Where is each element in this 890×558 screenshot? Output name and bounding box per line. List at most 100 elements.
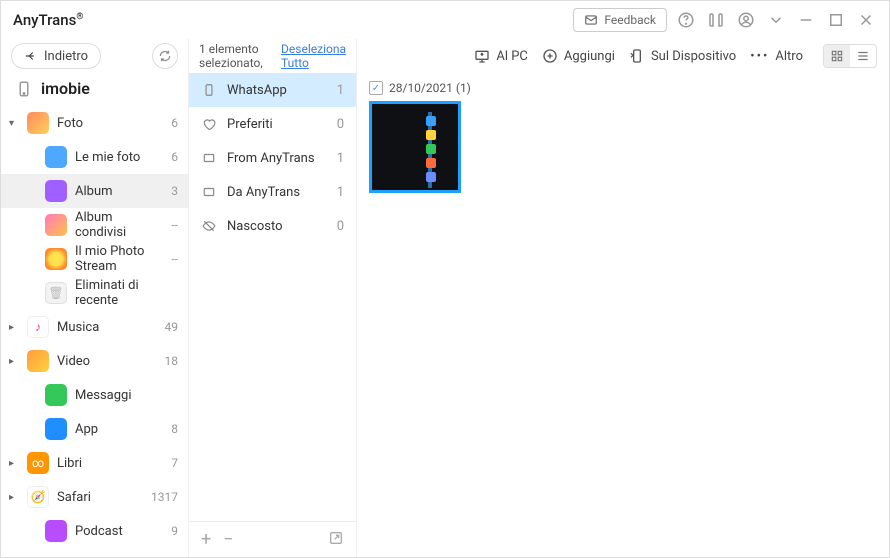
- sidebar-label: Album: [75, 184, 163, 199]
- sidebar-label: Il mio Photo Stream: [75, 244, 163, 274]
- sidebar-item-album[interactable]: Album 3: [1, 174, 188, 208]
- sidebar-item-album-condivisi[interactable]: Album condivisi--: [1, 208, 188, 242]
- close-icon[interactable]: [855, 9, 877, 31]
- album-icon: [201, 117, 217, 131]
- sidebar-count: 49: [165, 320, 179, 334]
- sidebar-item-video[interactable]: ▸ Video 18: [1, 344, 188, 378]
- feedback-label: Feedback: [604, 13, 656, 27]
- sidebar-item-il-mio-photo-stream[interactable]: Il mio Photo Stream --: [1, 242, 188, 276]
- device-name: imobie: [41, 79, 90, 98]
- envelope-icon: [584, 13, 598, 27]
- sidebar-item-app[interactable]: App8: [1, 412, 188, 446]
- album-count: 0: [337, 117, 344, 132]
- grid-icon: [830, 49, 844, 63]
- sidebar-item-foto[interactable]: ▾Foto6: [1, 106, 188, 140]
- sidebar-count: 6: [171, 116, 178, 130]
- minimize-icon[interactable]: [795, 9, 817, 31]
- user-icon[interactable]: [735, 9, 757, 31]
- photo-thumbnail[interactable]: [369, 101, 461, 193]
- album-item-from-anytrans[interactable]: From AnyTrans1: [189, 141, 356, 175]
- chevron-down-icon[interactable]: [765, 9, 787, 31]
- sidebar-item-le-mie-foto[interactable]: Le mie foto 6: [1, 140, 188, 174]
- checkbox-icon[interactable]: ✓: [369, 81, 383, 95]
- to-device-button[interactable]: Sul Dispositivo: [629, 48, 736, 64]
- caret-icon: ▸: [9, 356, 19, 367]
- caret-icon: ▸: [9, 458, 19, 469]
- category-icon: 🗑: [45, 282, 67, 304]
- sidebar-item-musica[interactable]: ▸♪Musica49: [1, 310, 188, 344]
- category-icon: 🧭: [27, 486, 49, 508]
- sidebar-label: Podcast: [75, 524, 163, 539]
- sidebar-count: 18: [165, 354, 179, 368]
- category-icon: [45, 214, 67, 236]
- to-pc-button[interactable]: Al PC: [474, 48, 528, 64]
- gift-icon[interactable]: [705, 9, 727, 31]
- sidebar-count: 7: [171, 456, 178, 470]
- sidebar-label: App: [75, 422, 163, 437]
- more-button[interactable]: •••Altro: [750, 49, 803, 64]
- album-icon: [201, 83, 217, 97]
- plus-circle-icon: [542, 48, 558, 64]
- category-icon: [45, 418, 67, 440]
- sidebar-label: Le mie foto: [75, 150, 163, 165]
- caret-icon: ▸: [9, 322, 19, 333]
- sidebar-item-messaggi[interactable]: Messaggi: [1, 378, 188, 412]
- album-label: Da AnyTrans: [227, 185, 327, 200]
- sidebar-label: Video: [57, 354, 157, 369]
- category-icon: [45, 520, 67, 542]
- add-button[interactable]: Aggiungi: [542, 48, 615, 64]
- list-view-button[interactable]: [850, 45, 876, 67]
- arrow-left-icon: [24, 49, 38, 63]
- grid-view-button[interactable]: [824, 45, 850, 67]
- remove-album-button[interactable]: −: [223, 529, 233, 550]
- device-row[interactable]: imobie: [1, 73, 188, 106]
- album-label: WhatsApp: [227, 83, 327, 98]
- export-album-button[interactable]: [328, 530, 344, 550]
- album-item-da-anytrans[interactable]: Da AnyTrans1: [189, 175, 356, 209]
- album-item-preferiti[interactable]: Preferiti 0: [189, 107, 356, 141]
- sidebar-item-libri[interactable]: ▸ ∞ Libri 7: [1, 446, 188, 480]
- category-icon: ∞: [27, 452, 49, 474]
- deselect-all-link[interactable]: Deseleziona Tutto: [281, 42, 346, 70]
- sidebar-item-eliminati-di-recente[interactable]: 🗑 Eliminati di recente: [1, 276, 188, 310]
- date-group-header[interactable]: ✓ 28/10/2021 (1): [369, 81, 877, 95]
- sidebar-count: 9: [171, 524, 178, 538]
- category-icon: [45, 248, 67, 270]
- album-item-whatsapp[interactable]: WhatsApp1: [189, 73, 356, 107]
- sidebar-label: Eliminati di recente: [75, 278, 170, 308]
- category-icon: [27, 350, 49, 372]
- album-count: 0: [337, 219, 344, 234]
- feedback-button[interactable]: Feedback: [573, 8, 667, 32]
- help-icon[interactable]: [675, 9, 697, 31]
- caret-icon: ▸: [9, 492, 19, 503]
- sidebar-label: Album condivisi: [75, 210, 163, 240]
- maximize-icon[interactable]: [825, 9, 847, 31]
- back-button[interactable]: Indietro: [11, 43, 101, 69]
- phone-icon: [15, 80, 33, 98]
- caret-icon: ▾: [9, 118, 19, 129]
- monitor-icon: [474, 48, 490, 64]
- category-icon: ♪: [27, 316, 49, 338]
- selection-text: 1 elemento selezionato, Deseleziona Tutt…: [189, 39, 356, 73]
- sidebar-label: Libri: [57, 456, 163, 471]
- category-icon: [27, 112, 49, 134]
- refresh-button[interactable]: [152, 43, 178, 69]
- sidebar-count: --: [171, 252, 178, 266]
- back-label: Indietro: [44, 49, 88, 64]
- sidebar-count: 3: [171, 184, 178, 198]
- album-count: 1: [337, 151, 344, 166]
- album-item-nascosto[interactable]: Nascosto 0: [189, 209, 356, 243]
- sidebar-item-podcast[interactable]: Podcast 9: [1, 514, 188, 548]
- add-album-button[interactable]: +: [201, 529, 211, 550]
- sidebar-item-safari[interactable]: ▸🧭Safari1317: [1, 480, 188, 514]
- sidebar-count: 6: [171, 150, 178, 164]
- to-device-icon: [629, 48, 645, 64]
- album-icon: [201, 151, 217, 165]
- album-label: Nascosto: [227, 219, 327, 234]
- app-title: AnyTrans®: [13, 11, 83, 29]
- album-label: Preferiti: [227, 117, 327, 132]
- category-icon: [45, 146, 67, 168]
- more-icon: •••: [750, 49, 769, 64]
- sidebar-label: Safari: [57, 490, 143, 505]
- list-icon: [856, 49, 870, 63]
